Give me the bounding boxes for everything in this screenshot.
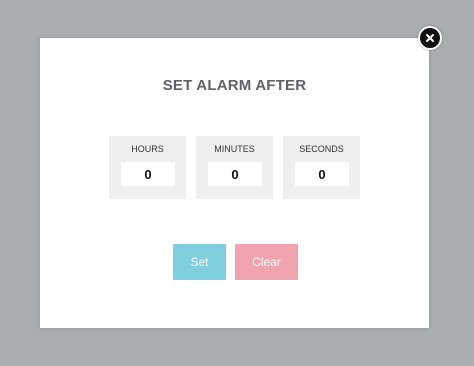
minutes-label: MINUTES: [214, 144, 255, 154]
alarm-dialog: SET ALARM AFTER HOURS MINUTES SECONDS Se…: [40, 38, 429, 328]
set-button[interactable]: Set: [173, 244, 226, 280]
minutes-field: MINUTES: [196, 136, 273, 199]
action-buttons: Set Clear: [173, 244, 298, 280]
hours-field: HOURS: [109, 136, 186, 199]
clear-button[interactable]: Clear: [235, 244, 298, 280]
seconds-label: SECONDS: [299, 144, 344, 154]
close-icon: [425, 33, 435, 43]
seconds-field: SECONDS: [283, 136, 360, 199]
hours-input[interactable]: [121, 162, 175, 186]
time-fields: HOURS MINUTES SECONDS: [109, 136, 360, 199]
dialog-title: SET ALARM AFTER: [162, 77, 307, 94]
hours-label: HOURS: [131, 144, 164, 154]
seconds-input[interactable]: [295, 162, 349, 186]
close-button[interactable]: [418, 26, 442, 50]
minutes-input[interactable]: [208, 162, 262, 186]
